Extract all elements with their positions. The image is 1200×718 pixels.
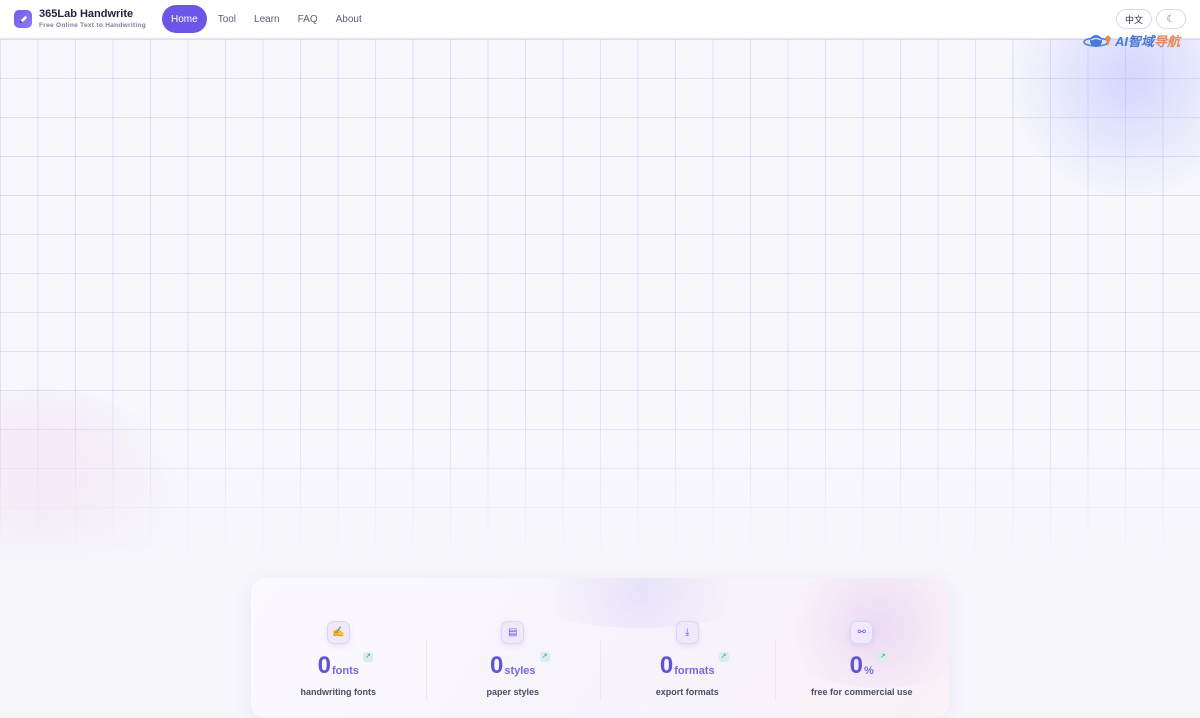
trend-up-icon: ↗ [877, 652, 888, 662]
stat-label: paper styles [486, 687, 540, 697]
stat-styles: ▤ 0 styles ↗ paper styles [425, 578, 601, 718]
watermark: AI智域导航 [1083, 31, 1180, 50]
theme-toggle-button[interactable]: ☾ [1156, 9, 1186, 29]
stat-value: 0 [849, 652, 864, 679]
nav-learn[interactable]: Learn [245, 5, 289, 33]
watermark-text: AI智域 [1114, 34, 1154, 49]
handshake-icon: ⚯ [850, 621, 874, 644]
stats-card: ✍ 0 fonts ↗ handwriting fonts ▤ 0 styles… [251, 578, 949, 718]
top-navbar: 365Lab Handwrite Free Online Text to Han… [0, 0, 1200, 39]
stat-unit: formats [674, 665, 715, 677]
brand-title: 365Lab Handwrite [39, 8, 134, 20]
stat-unit: % [864, 665, 874, 677]
stat-formats: ⤓ 0 formats ↗ export formats [600, 578, 775, 718]
signature-icon: ✍ [326, 621, 350, 644]
stat-fonts: ✍ 0 fonts ↗ handwriting fonts [251, 578, 426, 718]
trend-up-icon: ↗ [362, 652, 373, 662]
stat-unit: fonts [331, 665, 359, 677]
stat-unit: styles [504, 665, 536, 677]
stat-value: 0 [489, 652, 504, 679]
stat-label: handwriting fonts [300, 687, 377, 697]
stat-commercial: ⚯ 0 % ↗ free for commercial use [774, 578, 950, 718]
language-toggle-button[interactable]: 中文 [1115, 9, 1152, 29]
download-icon: ⤓ [675, 621, 699, 644]
main-nav: Home Tool Learn FAQ About [162, 5, 371, 33]
header-actions: 中文 ☾ [1115, 9, 1186, 29]
globe-icon [1083, 34, 1111, 47]
trend-up-icon: ↗ [539, 652, 550, 662]
nav-faq[interactable]: FAQ [289, 5, 327, 33]
hero-fade [0, 398, 1200, 568]
brand-logo-link[interactable]: 365Lab Handwrite Free Online Text to Han… [14, 9, 146, 30]
trend-up-icon: ↗ [718, 652, 729, 662]
watermark-text-accent: 导航 [1153, 34, 1180, 49]
stat-value: 0 [317, 652, 331, 679]
stat-label: export formats [655, 687, 719, 697]
stat-value: 0 [659, 652, 674, 679]
nav-tool[interactable]: Tool [209, 5, 245, 33]
nav-home[interactable]: Home [162, 5, 207, 33]
moon-icon: ☾ [1166, 13, 1176, 25]
pen-icon [14, 10, 32, 29]
nav-about[interactable]: About [327, 5, 371, 33]
stat-label: free for commercial use [810, 687, 913, 697]
brand-subtitle: Free Online Text to Handwriting [39, 22, 147, 29]
paper-icon: ▤ [501, 621, 525, 644]
decorative-glow [1000, 39, 1200, 199]
hero-grid-background [0, 39, 1200, 568]
